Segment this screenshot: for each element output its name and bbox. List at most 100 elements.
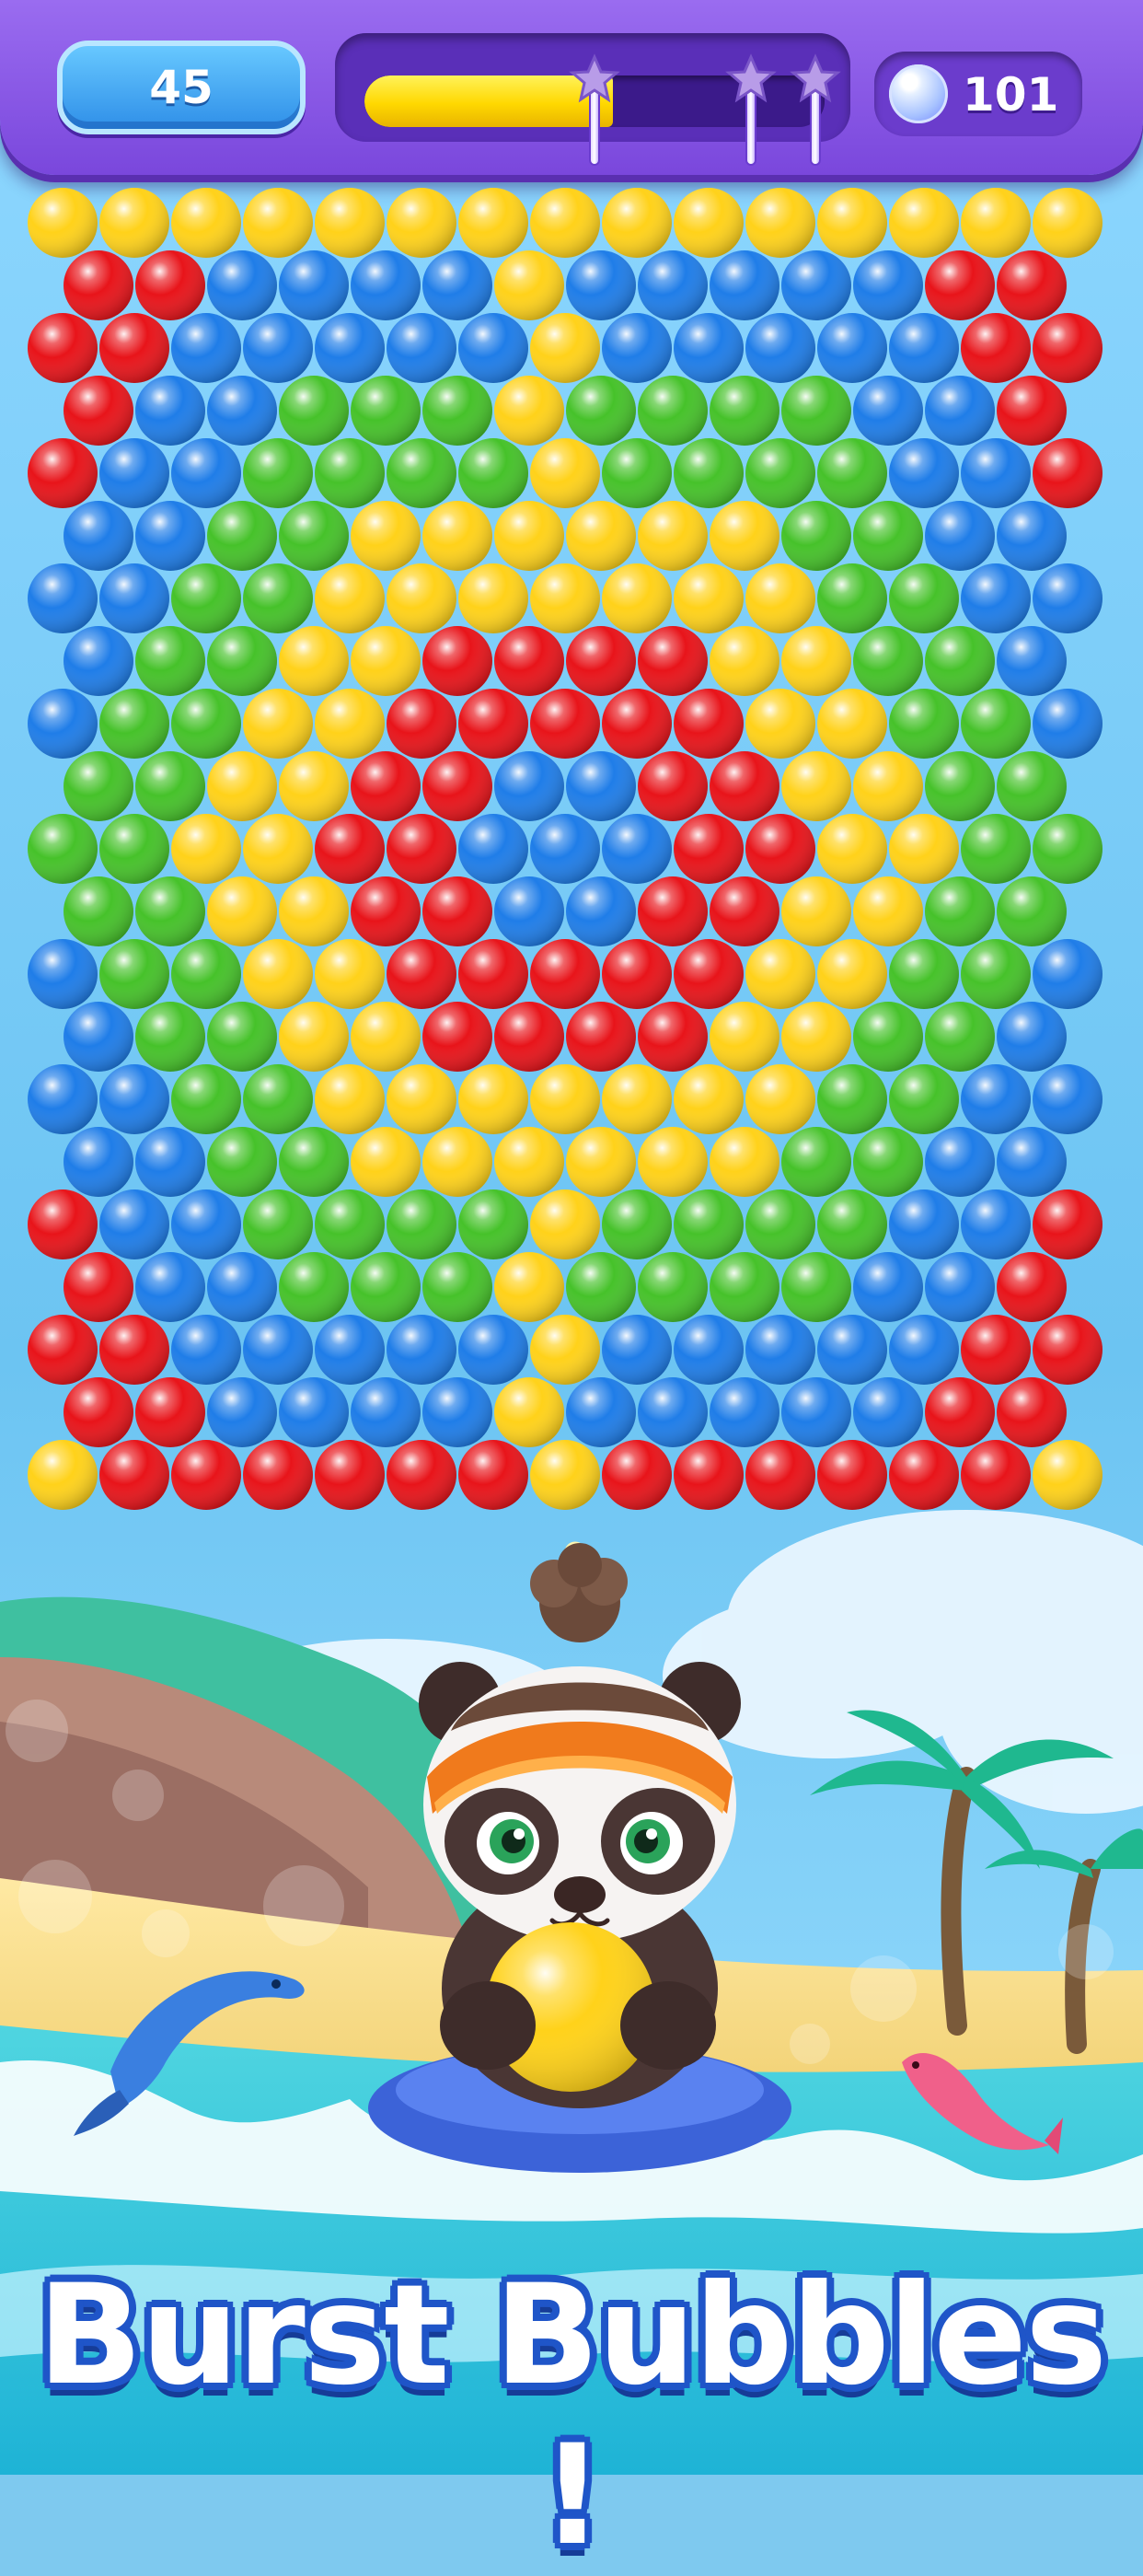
bubble	[781, 1127, 851, 1197]
bubble	[889, 689, 959, 759]
bubble-board[interactable]	[0, 166, 1143, 1528]
coin-counter[interactable]: 101	[874, 52, 1082, 136]
bubble	[135, 376, 205, 446]
bubble	[171, 563, 241, 633]
bubble	[566, 751, 636, 821]
bubble	[710, 501, 779, 571]
bubble	[64, 1127, 133, 1197]
bubble	[99, 563, 169, 633]
bubble	[1033, 1064, 1103, 1134]
bubble	[817, 438, 887, 508]
bubble	[781, 1252, 851, 1322]
bubble	[710, 1252, 779, 1322]
bubble	[458, 313, 528, 383]
bubble	[566, 1002, 636, 1072]
bubble	[171, 1064, 241, 1134]
bubble	[638, 876, 708, 946]
bubble	[853, 501, 923, 571]
bubble	[458, 188, 528, 258]
bubble	[279, 376, 349, 446]
bubble	[710, 876, 779, 946]
bubble	[315, 1440, 385, 1510]
bubble	[745, 188, 815, 258]
bubble	[99, 814, 169, 884]
star-threshold-marker	[790, 53, 841, 168]
bubble	[243, 1064, 313, 1134]
bubble	[351, 876, 421, 946]
bubble	[961, 188, 1031, 258]
bubble	[889, 1189, 959, 1259]
bubble	[315, 563, 385, 633]
bubble	[997, 626, 1067, 696]
bubble	[99, 313, 169, 383]
bubble	[494, 501, 564, 571]
bubble	[207, 626, 277, 696]
bubble	[99, 438, 169, 508]
bubble	[745, 1315, 815, 1385]
bubble	[387, 1189, 456, 1259]
bubble	[710, 1377, 779, 1447]
bubble	[781, 376, 851, 446]
bubble	[566, 1252, 636, 1322]
score-progress-meter	[335, 33, 850, 164]
bubble	[494, 250, 564, 320]
bubble	[530, 563, 600, 633]
top-hud: 45 101	[0, 0, 1143, 175]
bubble	[458, 1064, 528, 1134]
bubble	[566, 876, 636, 946]
bubble	[279, 1252, 349, 1322]
bubble	[171, 814, 241, 884]
bubble	[674, 939, 744, 1009]
bubble	[99, 1315, 169, 1385]
bubble	[602, 313, 672, 383]
bubble	[28, 689, 98, 759]
bubble	[279, 751, 349, 821]
bubble	[243, 1189, 313, 1259]
bubble	[889, 313, 959, 383]
bubble	[494, 1002, 564, 1072]
bubble	[853, 876, 923, 946]
bubble	[925, 1127, 995, 1197]
bubble	[28, 1315, 98, 1385]
bubble	[279, 876, 349, 946]
bubble	[387, 1315, 456, 1385]
bubble	[171, 188, 241, 258]
bubble	[853, 1127, 923, 1197]
bubble	[243, 438, 313, 508]
bubble	[1033, 939, 1103, 1009]
bubble	[674, 1315, 744, 1385]
bubble	[602, 438, 672, 508]
bubble	[351, 1002, 421, 1072]
moves-counter: 45	[57, 41, 306, 134]
bubble	[925, 1377, 995, 1447]
bubble	[315, 1189, 385, 1259]
bubble	[781, 876, 851, 946]
bubble	[351, 1377, 421, 1447]
bubble	[674, 1189, 744, 1259]
bubble	[387, 1440, 456, 1510]
bubble	[135, 626, 205, 696]
bubble	[638, 1377, 708, 1447]
bubble	[64, 1002, 133, 1072]
bubble	[710, 376, 779, 446]
bubble	[458, 814, 528, 884]
bubble-coin-icon	[889, 64, 948, 123]
bubble	[279, 1127, 349, 1197]
bubble	[1033, 814, 1103, 884]
panda-shooter[interactable]	[350, 1510, 810, 2210]
bubble	[925, 501, 995, 571]
bubble	[817, 188, 887, 258]
bubble	[494, 1252, 564, 1322]
bubble	[674, 689, 744, 759]
bubble	[745, 814, 815, 884]
bubble	[387, 563, 456, 633]
bubble	[28, 438, 98, 508]
bubble	[781, 1377, 851, 1447]
bubble	[207, 376, 277, 446]
bubble	[853, 1002, 923, 1072]
bubble	[530, 313, 600, 383]
bubble	[530, 188, 600, 258]
bubble	[351, 626, 421, 696]
bubble	[602, 563, 672, 633]
bubble	[817, 939, 887, 1009]
